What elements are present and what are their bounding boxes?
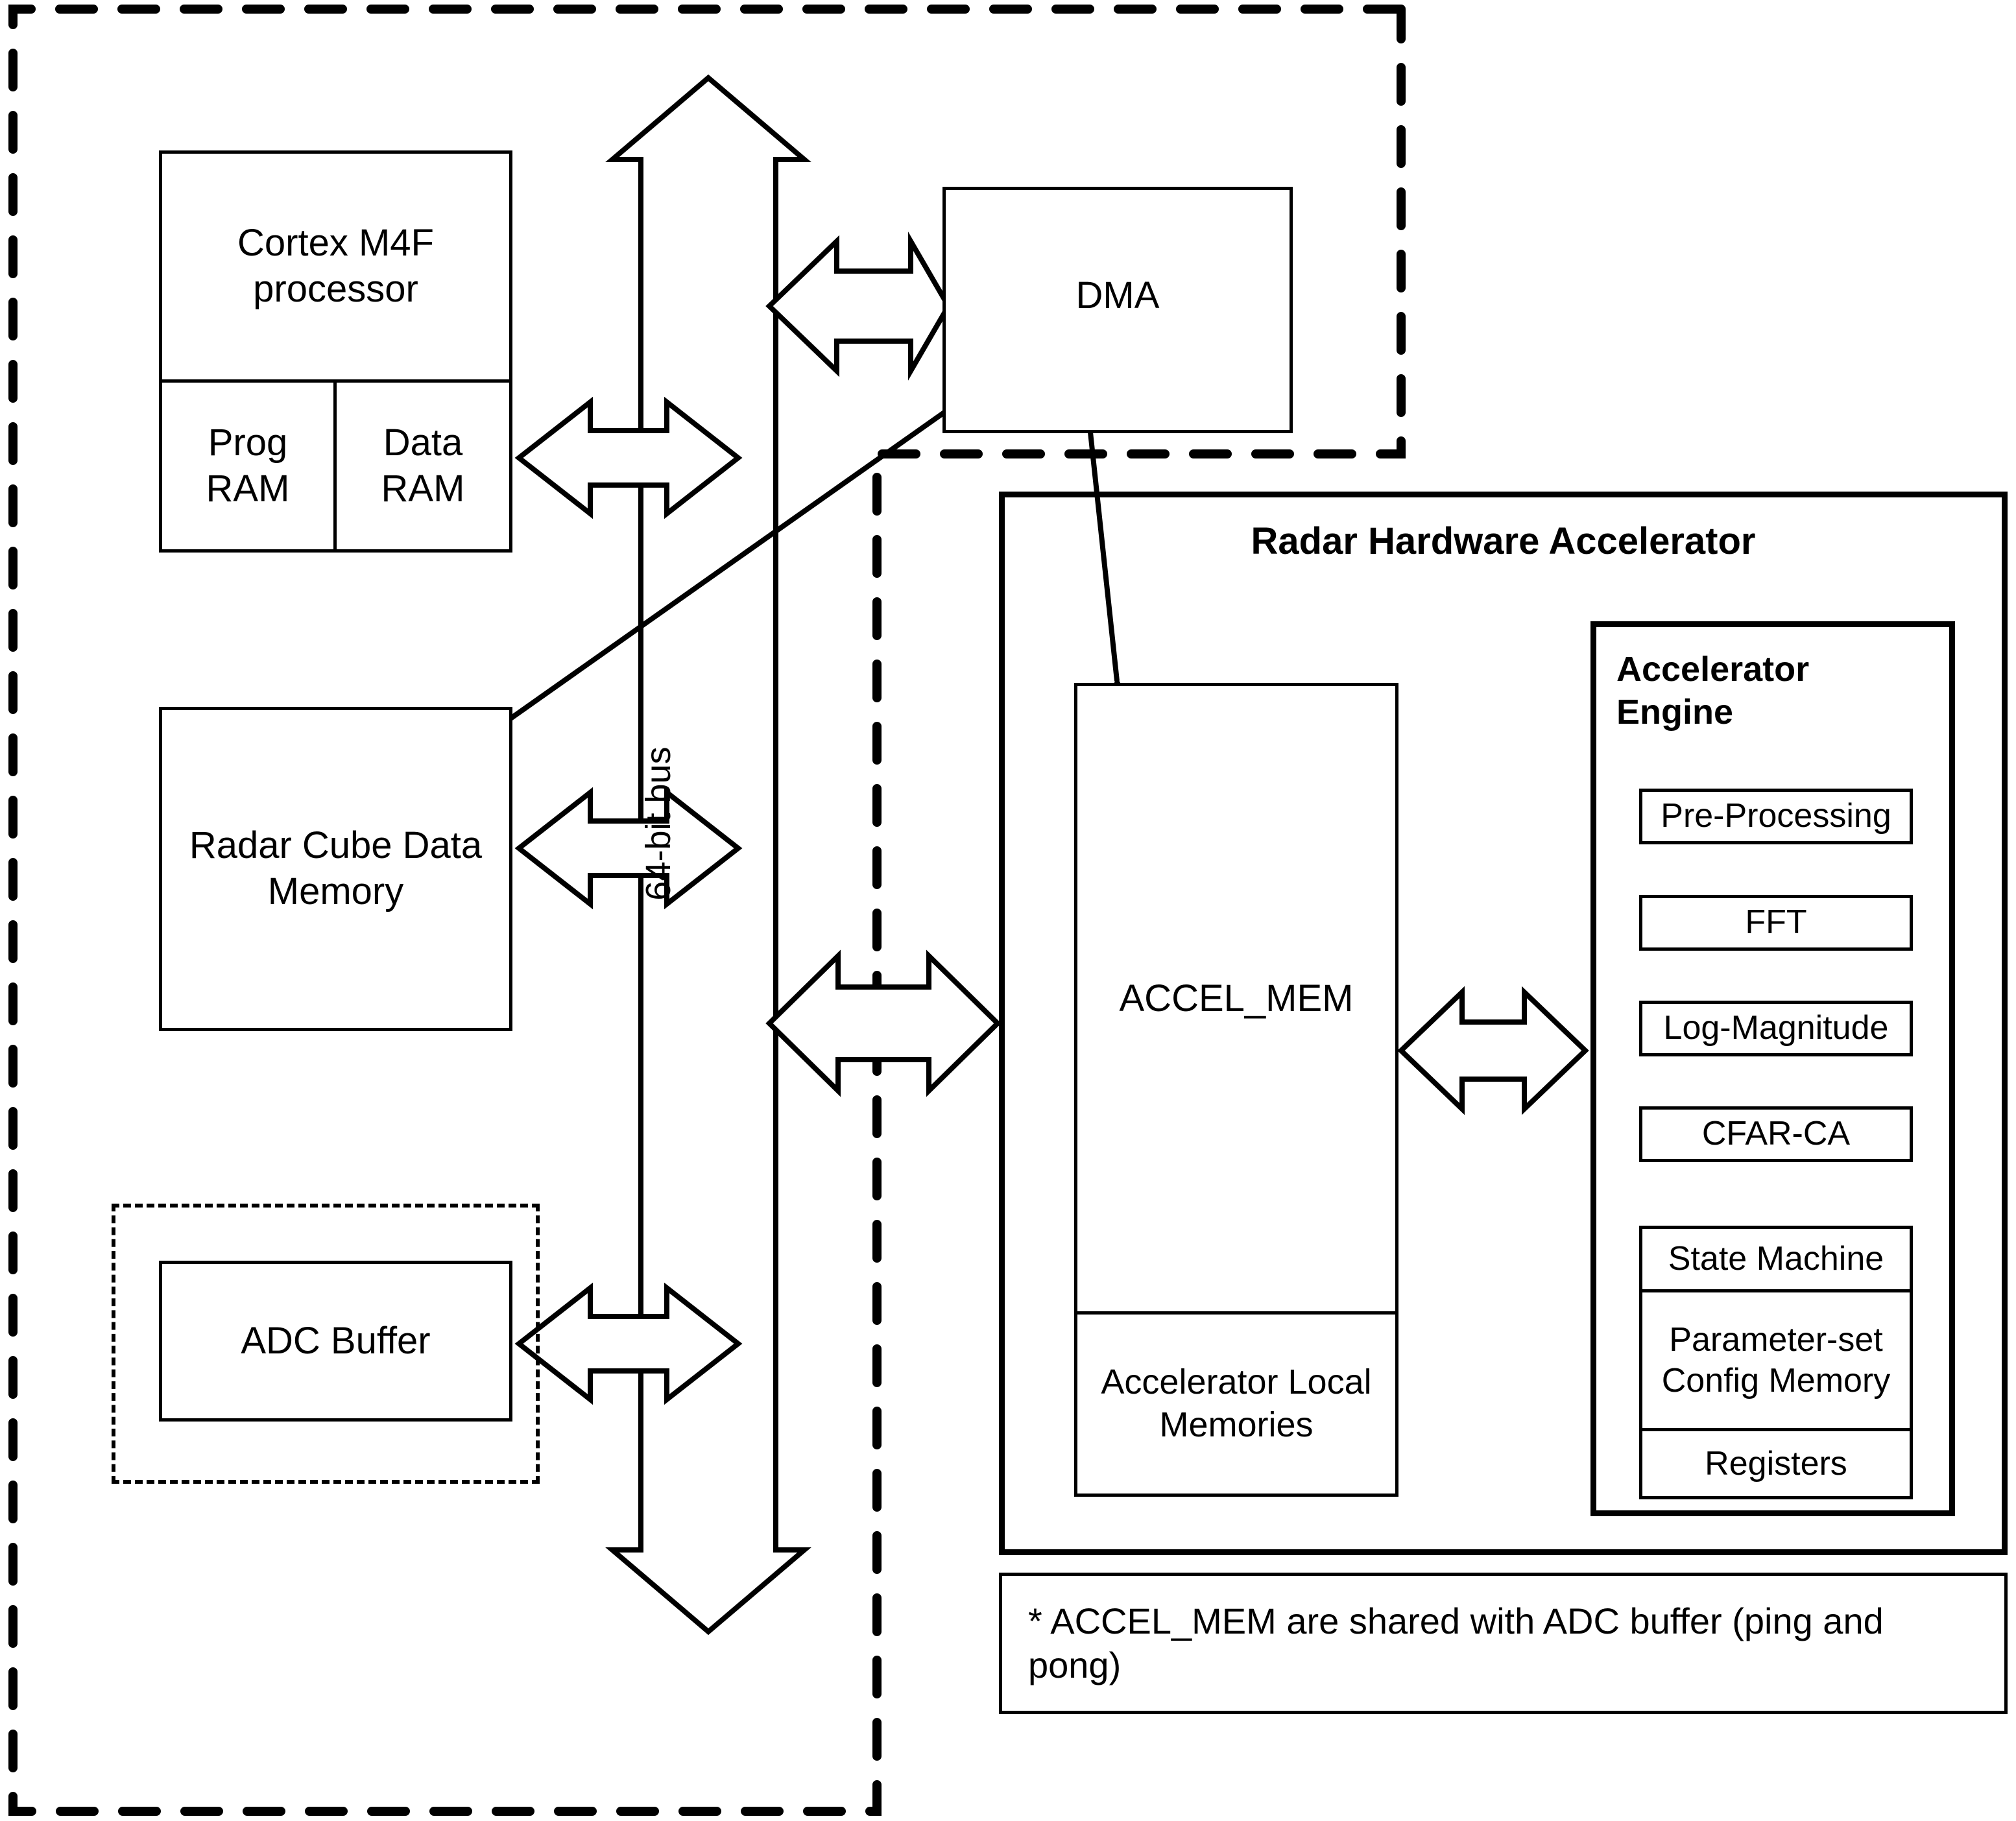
engine-block-log-magnitude[interactable]: Log-Magnitude <box>1639 1001 1913 1056</box>
data-ram-block[interactable]: Data RAM <box>333 379 512 553</box>
adc-buffer-label: ADC Buffer <box>241 1319 431 1362</box>
accelerator-note-box: * ACCEL_MEM are shared with ADC buffer (… <box>999 1573 2008 1714</box>
accelerator-local-memories-block[interactable]: Accelerator Local Memories <box>1074 1311 1398 1497</box>
data-ram-label: Data RAM <box>381 421 465 510</box>
adc-buffer-block[interactable]: ADC Buffer <box>159 1261 512 1422</box>
engine-block-state-machine[interactable]: State Machine <box>1642 1229 1910 1292</box>
engine-block-label: CFAR-CA <box>1701 1115 1851 1153</box>
arrow-bus-to-dma <box>765 232 952 381</box>
engine-stack-label: Parameter-set Config Memory <box>1661 1321 1891 1399</box>
engine-block-registers[interactable]: Registers <box>1642 1431 1910 1496</box>
prog-ram-block[interactable]: Prog RAM <box>159 379 337 553</box>
cortex-m4f-label: Cortex M4F processor <box>237 222 434 310</box>
accel-mem-label: ACCEL_MEM <box>1119 977 1354 1019</box>
accelerator-local-memories-label: Accelerator Local Memories <box>1101 1363 1372 1444</box>
engine-block-fft[interactable]: FFT <box>1639 895 1913 951</box>
engine-block-parameter-set-config-memory[interactable]: Parameter-set Config Memory <box>1642 1292 1910 1431</box>
engine-block-label: Pre-Processing <box>1661 797 1891 835</box>
engine-control-stack: State Machine Parameter-set Config Memor… <box>1639 1226 1913 1499</box>
accelerator-note-text: * ACCEL_MEM are shared with ADC buffer (… <box>1028 1600 1884 1685</box>
cortex-m4f-processor-block[interactable]: Cortex M4F processor <box>159 150 512 383</box>
dma-label: DMA <box>1075 274 1160 316</box>
prog-ram-label: Prog RAM <box>206 421 290 510</box>
diagram-canvas: Cortex M4F processor Prog RAM Data RAM R… <box>0 0 2016 1821</box>
engine-block-cfar-ca[interactable]: CFAR-CA <box>1639 1106 1913 1162</box>
arrow-bus-to-accelmem <box>765 949 1002 1097</box>
dma-block[interactable]: DMA <box>942 187 1293 433</box>
radar-cube-data-memory-label: Radar Cube Data Memory <box>189 824 483 912</box>
engine-block-label: Log-Magnitude <box>1663 1009 1889 1047</box>
accelerator-engine-title: Accelerator Engine <box>1616 650 1810 732</box>
bus-label: 64-bit bus <box>639 746 678 901</box>
engine-stack-label: State Machine <box>1668 1240 1884 1278</box>
engine-block-label: FFT <box>1745 903 1807 942</box>
radar-hardware-accelerator-title: Radar Hardware Accelerator <box>1251 520 1756 562</box>
engine-block-pre-processing[interactable]: Pre-Processing <box>1639 789 1913 844</box>
accel-mem-block[interactable]: ACCEL_MEM <box>1074 683 1398 1315</box>
engine-stack-label: Registers <box>1705 1444 1847 1482</box>
radar-cube-data-memory-block[interactable]: Radar Cube Data Memory <box>159 707 512 1031</box>
